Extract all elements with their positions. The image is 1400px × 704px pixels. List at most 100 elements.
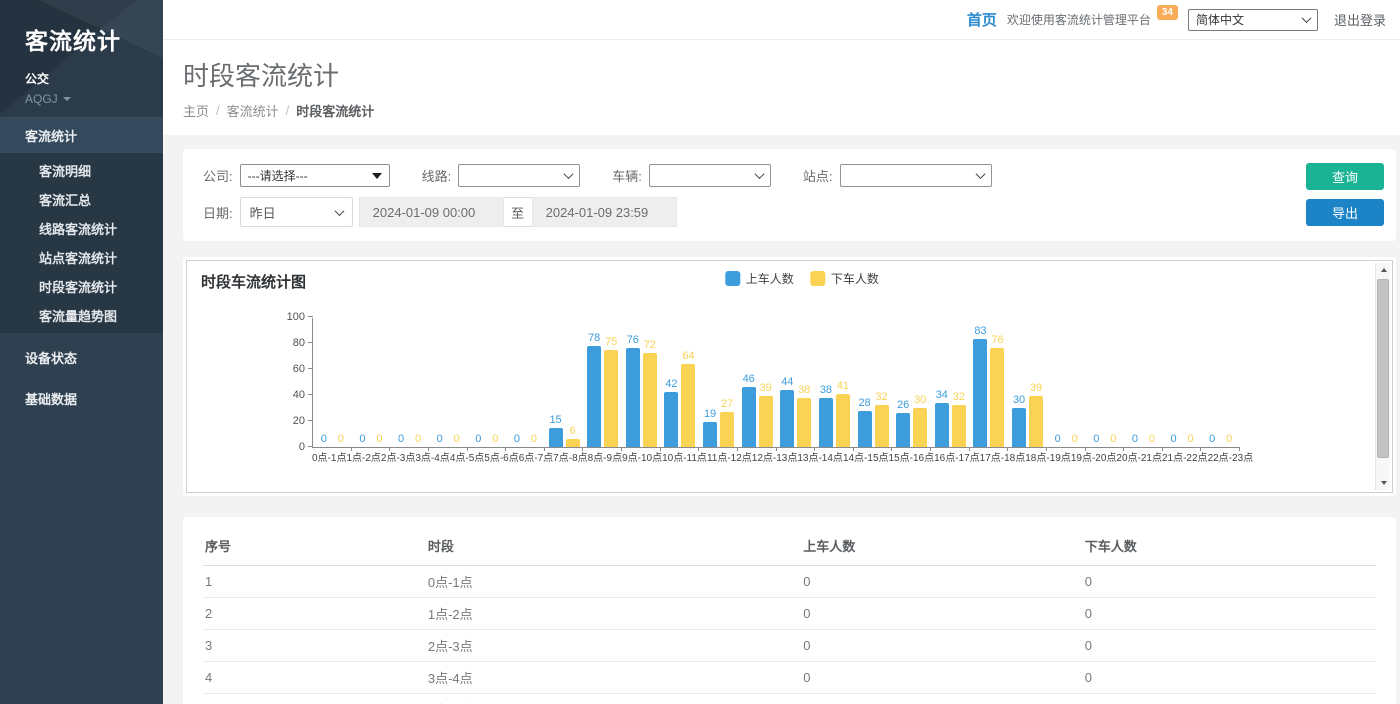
- y-axis-tick-mark: [308, 316, 313, 317]
- line-select[interactable]: [458, 164, 580, 187]
- scroll-down-icon[interactable]: [1376, 476, 1391, 490]
- table-header-cell: 上车人数: [801, 527, 1083, 566]
- date-preset-select[interactable]: 昨日: [240, 197, 353, 227]
- company-select[interactable]: ---请选择---: [240, 164, 390, 187]
- bar: [703, 422, 717, 447]
- station-select[interactable]: [840, 164, 992, 187]
- chart-panel: 时段车流统计图 上车人数 下车人数 0204060801000000000000…: [183, 257, 1396, 496]
- date-from-input[interactable]: 2024-01-09 00:00: [359, 197, 504, 227]
- logout-link[interactable]: 退出登录: [1334, 10, 1386, 29]
- sidebar-item-passenger-detail[interactable]: 客流明细: [0, 156, 163, 185]
- x-axis-tick-mark: [737, 447, 738, 451]
- sidebar-item-base-data[interactable]: 基础数据: [0, 381, 163, 416]
- table-row: 54点-5点00: [203, 694, 1376, 704]
- x-axis-tick-mark: [814, 447, 815, 451]
- sidebar-item-station-stats[interactable]: 站点客流统计: [0, 243, 163, 272]
- legend-item-alighting[interactable]: 下车人数: [810, 270, 879, 287]
- x-axis-tick-label: 0点-1点: [312, 452, 346, 465]
- bar-group: 00: [1047, 318, 1086, 447]
- x-axis-tick-label: 17点-18点: [980, 452, 1026, 465]
- sidebar-item-period-stats[interactable]: 时段客流统计: [0, 272, 163, 301]
- dropdown-arrow-icon: [372, 173, 382, 179]
- sidebar-nav: 客流统计 客流明细 客流汇总 线路客流统计 站点客流统计 时段客流统计 客流量趋…: [0, 117, 163, 416]
- query-button[interactable]: 查询: [1306, 163, 1384, 190]
- home-link[interactable]: 首页: [967, 9, 997, 30]
- x-axis-tick-mark: [1239, 447, 1240, 451]
- bar: [1012, 408, 1026, 447]
- bar-value-label: 6: [570, 425, 576, 438]
- bar: [896, 413, 910, 447]
- date-separator: 至: [504, 197, 532, 227]
- bar-value-label: 0: [454, 433, 460, 446]
- bar-group: 3432: [931, 318, 970, 447]
- y-axis-tick-label: 0: [269, 441, 305, 453]
- x-axis-tick-mark: [351, 447, 352, 451]
- x-axis-tick-mark: [621, 447, 622, 451]
- bar-value-label: 38: [820, 384, 832, 397]
- vehicle-select[interactable]: [649, 164, 771, 187]
- table-cell: 0点-1点: [426, 566, 801, 598]
- language-select[interactable]: 简体中文: [1188, 9, 1318, 31]
- bar: [681, 364, 695, 447]
- scroll-up-icon[interactable]: [1376, 263, 1391, 277]
- x-axis-tick-mark: [891, 447, 892, 451]
- x-axis-tick-label: 8点-9点: [588, 452, 622, 465]
- chart-scrollbar[interactable]: [1375, 263, 1390, 490]
- y-axis-tick-label: 100: [269, 311, 305, 323]
- export-button[interactable]: 导出: [1306, 199, 1384, 226]
- bar-value-label: 0: [415, 433, 421, 446]
- bar: [1029, 396, 1043, 447]
- bar-value-label: 0: [1149, 433, 1155, 446]
- breadcrumb-separator: /: [216, 103, 220, 118]
- x-axis-tick-label: 13点-14点: [797, 452, 843, 465]
- chevron-down-icon: [754, 169, 764, 179]
- sidebar-item-trend-chart[interactable]: 客流量趋势图: [0, 301, 163, 330]
- x-axis-tick-label: 16点-17点: [934, 452, 980, 465]
- sidebar-item-device-status[interactable]: 设备状态: [0, 340, 163, 375]
- x-axis-tick-mark: [698, 447, 699, 451]
- bar: [664, 392, 678, 447]
- bar-value-label: 75: [605, 336, 617, 349]
- breadcrumb-parent[interactable]: 客流统计: [227, 101, 279, 120]
- bar-group: 00: [1086, 318, 1125, 447]
- sidebar: 客流统计 公交 AQGJ 客流统计 客流明细 客流汇总 线路客流统计 站点客流统…: [0, 0, 163, 704]
- welcome-text: 欢迎使用客流统计管理平台: [1007, 11, 1151, 28]
- bar-value-label: 0: [1132, 433, 1138, 446]
- breadcrumb-home[interactable]: 主页: [183, 101, 209, 120]
- scrollbar-thumb[interactable]: [1377, 279, 1389, 458]
- bar-value-label: 0: [1226, 433, 1232, 446]
- x-axis-tick-label: 15点-16点: [889, 452, 935, 465]
- date-preset-value: 昨日: [250, 203, 276, 222]
- bar-group: 00: [1163, 318, 1202, 447]
- x-axis-tick-label: 18点-19点: [1025, 452, 1071, 465]
- breadcrumb-separator: /: [286, 103, 290, 118]
- user-dropdown[interactable]: AQGJ: [25, 92, 163, 106]
- breadcrumb-current: 时段客流统计: [296, 101, 374, 120]
- line-label: 线路:: [422, 166, 452, 185]
- bar-group: 7875: [583, 318, 622, 447]
- x-axis-tick-mark: [853, 447, 854, 451]
- sidebar-item-passenger-stats[interactable]: 客流统计: [0, 118, 163, 153]
- bar-value-label: 42: [665, 378, 677, 391]
- bar: [952, 405, 966, 447]
- bar-group: 00: [390, 318, 429, 447]
- company-label: 公司:: [203, 166, 233, 185]
- x-axis-tick-mark: [544, 447, 545, 451]
- bar-value-label: 39: [1030, 382, 1042, 395]
- sidebar-item-passenger-summary[interactable]: 客流汇总: [0, 185, 163, 214]
- x-axis-tick-label: 3点-4点: [415, 452, 449, 465]
- bar-value-label: 26: [897, 399, 909, 412]
- bar-value-label: 19: [704, 408, 716, 421]
- legend-item-boarding[interactable]: 上车人数: [725, 270, 794, 287]
- chart-plot: 0204060801000000000000001567875767242641…: [312, 318, 1240, 448]
- x-axis-tick-label: 22点-23点: [1208, 452, 1254, 465]
- bar-value-label: 0: [475, 433, 481, 446]
- table-cell: 1: [203, 566, 426, 598]
- bar: [643, 353, 657, 447]
- bar: [587, 346, 601, 447]
- date-to-input[interactable]: 2024-01-09 23:59: [532, 197, 677, 227]
- x-axis-tick-label: 14点-15点: [843, 452, 889, 465]
- content: 公司: ---请选择--- 线路: 车辆:: [163, 135, 1400, 704]
- y-axis-tick-label: 20: [269, 415, 305, 427]
- sidebar-item-line-stats[interactable]: 线路客流统计: [0, 214, 163, 243]
